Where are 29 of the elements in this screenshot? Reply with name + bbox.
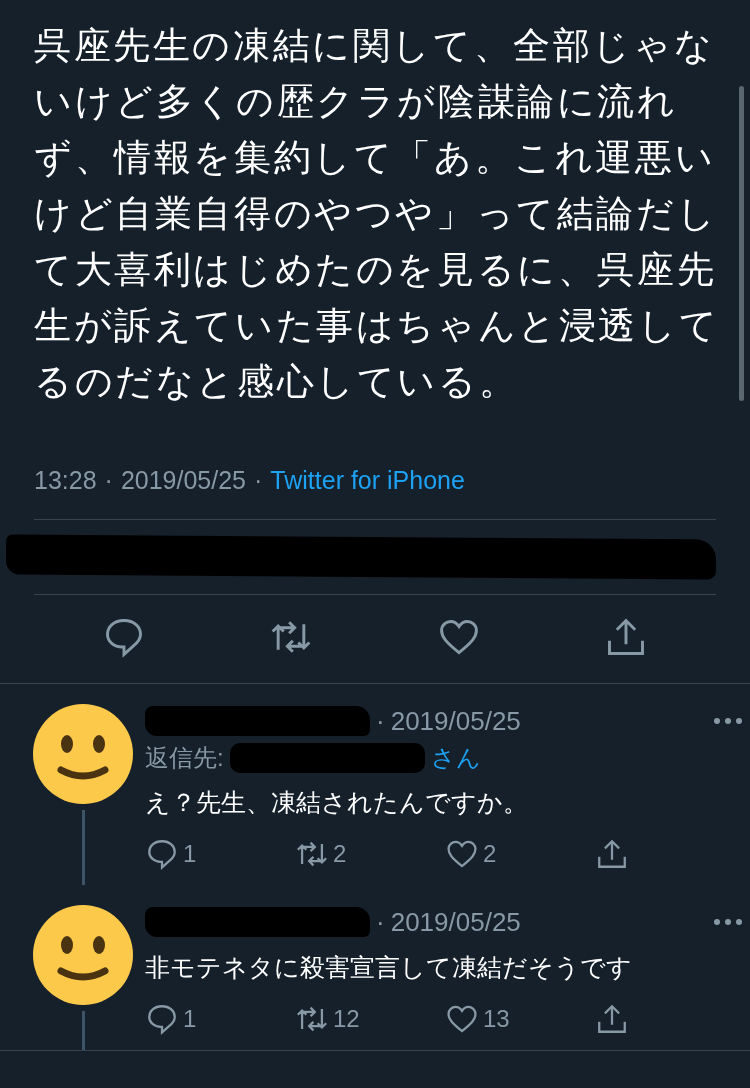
smiley-avatar[interactable]	[33, 905, 133, 1005]
share-icon[interactable]	[595, 1002, 629, 1036]
reply-count: 1	[183, 1005, 197, 1033]
reply-text: え？先生、凍結されたんですか。	[145, 787, 529, 818]
tweet-time: 13:28	[34, 466, 97, 495]
speech-bubble-icon[interactable]	[145, 837, 179, 871]
reply-date: 2019/05/25	[390, 906, 521, 938]
source-link[interactable]: Twitter for iPhone	[270, 466, 465, 495]
thread-line	[81, 1011, 85, 1050]
smiley-avatar[interactable]	[33, 704, 133, 804]
separator: ·	[254, 466, 263, 495]
speech-bubble-icon[interactable]	[145, 1002, 179, 1036]
tweet-date: 2019/05/25	[120, 466, 246, 495]
like-count: 2	[483, 840, 497, 868]
reply-to-link[interactable]: さん	[430, 742, 481, 774]
reply-text: 非モテネタに殺害宣言して凍結だそうです	[145, 952, 633, 983]
share-icon[interactable]	[595, 837, 629, 871]
retweet-count: 2	[333, 840, 347, 868]
reply-to-label: 返信先:	[145, 743, 224, 773]
more-icon[interactable]	[713, 918, 743, 926]
separator: ·	[104, 466, 113, 495]
reply-count: 1	[183, 840, 197, 868]
separator: ·	[376, 906, 385, 938]
reply-date: 2019/05/25	[390, 705, 521, 737]
separator: ·	[376, 705, 385, 737]
retweet-count: 12	[333, 1005, 360, 1033]
tweet-text: 呉座先生の凍結に関して、全部じゃないけど多くの歴クラが陰謀論に流れず、情報を集約して「あ。これ運悪いけど自業自得のやつや」って結論だして大喜利はじめたのを見るに、呉座先生が訴えていた事はちゃんと浸透してるのだなと感心している。	[34, 24, 721, 404]
like-count: 13	[483, 1005, 510, 1033]
more-icon[interactable]	[713, 717, 743, 725]
